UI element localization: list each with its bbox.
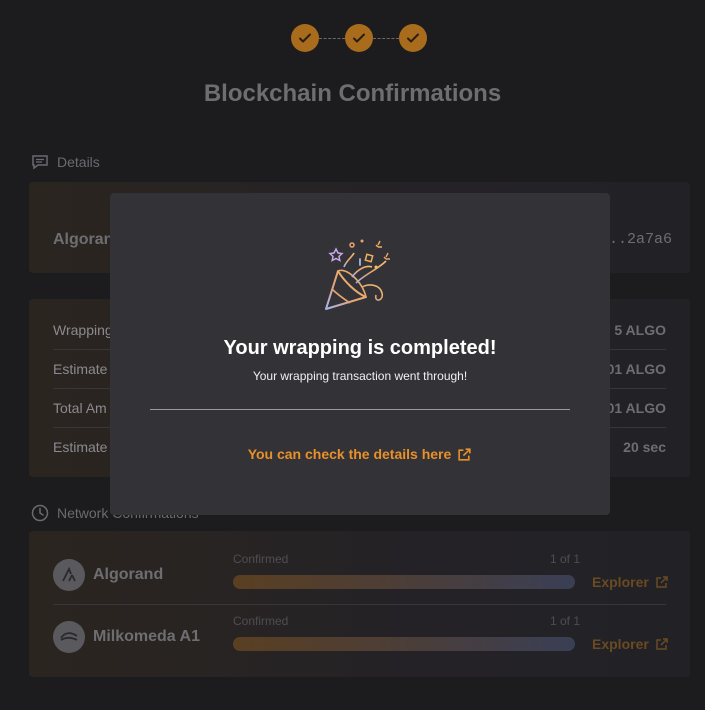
external-link-icon: [458, 447, 471, 461]
modal-subtitle: Your wrapping transaction went through!: [252, 369, 468, 383]
step-1-complete: [291, 24, 319, 52]
success-modal: Your wrapping is completed! Your wrappin…: [110, 193, 610, 515]
milkomeda-icon: [53, 621, 85, 653]
summary-row-label: Wrapping: [53, 322, 113, 338]
message-icon: [32, 155, 48, 170]
step-connector: [319, 37, 345, 39]
external-link-icon: [656, 576, 668, 588]
network-name: Milkomeda A1: [93, 628, 200, 645]
network-row-algorand: Algorand Confirmed 1 of 1 Explorer: [53, 545, 669, 605]
details-network-name: Algoran: [53, 231, 114, 248]
summary-row-label: Estimate: [53, 439, 108, 455]
explorer-link[interactable]: Explorer: [592, 636, 669, 652]
network-status: Confirmed: [233, 614, 289, 628]
check-icon: [299, 33, 311, 43]
details-label: Details: [57, 154, 100, 170]
explorer-label: Explorer: [592, 574, 649, 590]
network-name: Algorand: [93, 566, 164, 583]
network-row-milkomeda: Milkomeda A1 Confirmed 1 of 1 Explorer: [53, 607, 669, 667]
external-link-icon: [656, 638, 668, 650]
page-title: Blockchain Confirmations: [203, 80, 502, 107]
check-icon: [353, 33, 365, 43]
step-2-complete: [345, 24, 373, 52]
check-icon: [407, 33, 419, 43]
check-details-link[interactable]: You can check the details here: [110, 446, 610, 462]
modal-divider: [150, 409, 570, 410]
summary-row-value: 5 ALGO: [614, 322, 666, 338]
modal-title: Your wrapping is completed!: [223, 337, 497, 359]
page-background: Blockchain Confirmations Details Algoran…: [0, 0, 705, 710]
details-hash: ..2a7a6: [608, 231, 672, 248]
divider: [53, 604, 666, 605]
details-section-label: Details: [31, 154, 100, 170]
network-count: 1 of 1: [550, 614, 581, 628]
step-3-complete: [399, 24, 427, 52]
step-connector: [373, 37, 399, 39]
explorer-link[interactable]: Explorer: [592, 574, 669, 590]
algorand-icon: [53, 559, 85, 591]
progress-bar: [233, 575, 575, 589]
summary-row-value: 20 sec: [623, 439, 666, 455]
party-popper-icon: [325, 239, 390, 310]
check-details-label: You can check the details here: [247, 446, 452, 462]
network-count: 1 of 1: [550, 552, 581, 566]
explorer-label: Explorer: [592, 636, 649, 652]
summary-row-label: Total Am: [53, 400, 107, 416]
progress-bar: [233, 637, 575, 651]
clock-icon: [31, 504, 49, 522]
summary-row-label: Estimate: [53, 361, 108, 377]
network-status: Confirmed: [233, 552, 289, 566]
network-confirmations-card: Algorand Confirmed 1 of 1 Explorer Milko…: [29, 531, 690, 677]
progress-stepper: [291, 24, 427, 52]
